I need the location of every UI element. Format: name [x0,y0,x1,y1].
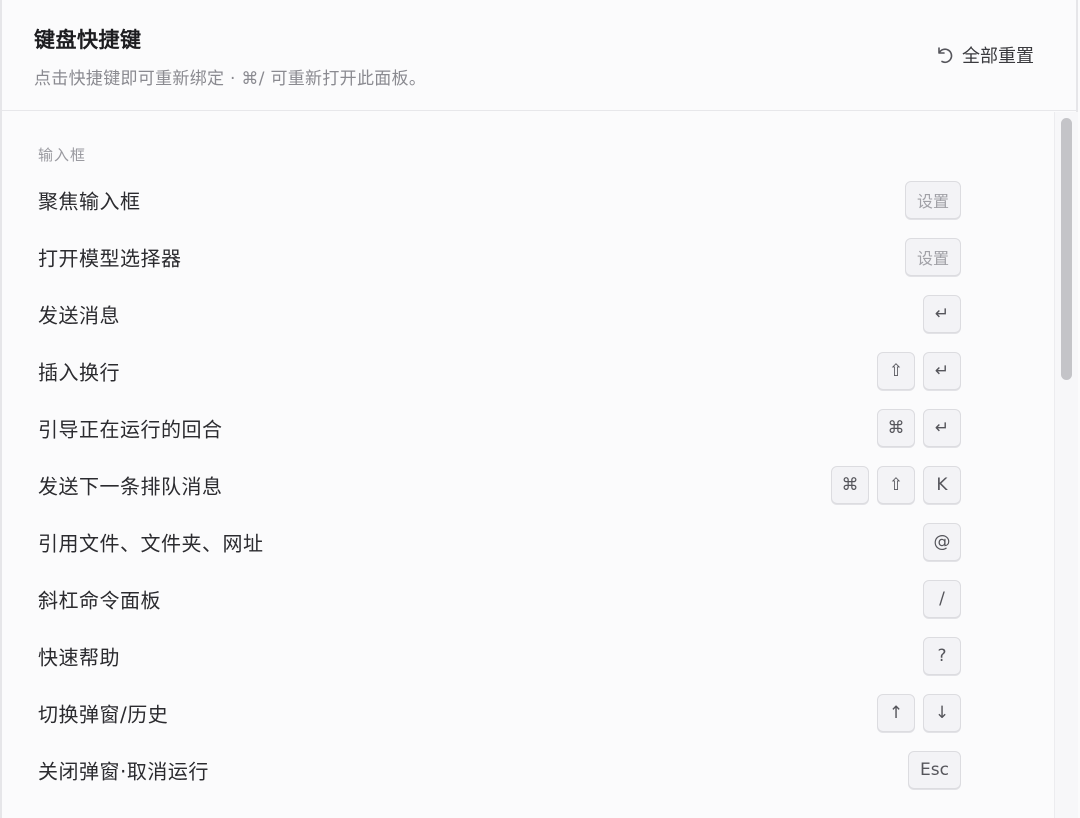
page-title: 键盘快捷键 [34,28,142,52]
shortcut-list: 输入框 聚焦输入框 设置 打开模型选择器 设置 发送消息 ↵ 插入换行 ⇧ ↵ 引导正在运行的回合… [2,112,1054,818]
shortcut-label: 引用文件、文件夹、网址 [38,531,264,556]
keycap[interactable]: K [923,466,961,504]
section-label: 输入框 [38,146,87,164]
shortcut-row[interactable]: 发送消息 ↵ [2,286,1054,342]
shortcut-row[interactable]: 打开模型选择器 设置 [2,229,1054,285]
shortcut-keys[interactable]: ? [923,637,961,675]
reset-all-button[interactable]: 全部重置 [934,40,1034,70]
scrollbar[interactable] [1054,112,1078,818]
shortcut-keys[interactable]: Esc [908,751,961,789]
keycap[interactable]: ⇧ [877,352,915,390]
shortcut-row[interactable]: 引导正在运行的回合 ⌘ ↵ [2,400,1054,456]
set-shortcut-button[interactable]: 设置 [904,238,961,276]
shortcut-label: 打开模型选择器 [38,246,182,271]
shortcut-row[interactable]: 切换弹窗/历史 ↑ ↓ [2,685,1054,741]
keycap[interactable]: ? [923,637,961,675]
shortcut-row[interactable]: 聚焦输入框 设置 [2,172,1054,228]
shortcut-label: 发送消息 [38,303,120,328]
keycap[interactable]: ↵ [923,352,961,390]
shortcut-keys[interactable]: / [923,580,961,618]
scrollbar-thumb[interactable] [1061,118,1072,380]
shortcut-label: 斜杠命令面板 [38,588,161,613]
shortcut-row[interactable]: 发送下一条排队消息 ⌘ ⇧ K [2,457,1054,513]
shortcuts-panel: 键盘快捷键 点击快捷键即可重新绑定 · ⌘/ 可重新打开此面板。 全部重置 输入… [0,0,1078,818]
shortcut-keys[interactable]: ⌘ ⇧ K [831,466,961,504]
shortcut-keys[interactable]: ⇧ ↵ [877,352,961,390]
shortcut-label: 发送下一条排队消息 [38,474,223,499]
keycap[interactable]: ↓ [923,694,961,732]
shortcut-keys[interactable]: ↵ [923,295,961,333]
keycap[interactable]: ⌘ [877,409,915,447]
keycap[interactable]: ↑ [877,694,915,732]
keycap[interactable]: ⇧ [877,466,915,504]
shortcut-label: 快速帮助 [38,645,120,670]
shortcut-keys[interactable]: ↑ ↓ [877,694,961,732]
shortcut-keys[interactable]: 设置 [904,181,961,219]
shortcut-label: 关闭弹窗·取消运行 [38,759,209,784]
shortcut-row[interactable]: 关闭弹窗·取消运行 Esc [2,742,1054,798]
shortcut-label: 聚焦输入框 [38,189,141,214]
shortcut-label: 切换弹窗/历史 [38,702,169,727]
shortcut-label: 引导正在运行的回合 [38,417,223,442]
keycap[interactable]: ⌘ [831,466,869,504]
keycap[interactable]: ↵ [923,409,961,447]
keycap[interactable]: Esc [908,751,961,789]
keycap[interactable]: @ [923,523,961,561]
set-shortcut-button[interactable]: 设置 [904,181,961,219]
panel-header: 键盘快捷键 点击快捷键即可重新绑定 · ⌘/ 可重新打开此面板。 全部重置 [2,0,1076,111]
shortcut-row[interactable]: 插入换行 ⇧ ↵ [2,343,1054,399]
keycap[interactable]: / [923,580,961,618]
page-subtitle: 点击快捷键即可重新绑定 · ⌘/ 可重新打开此面板。 [34,69,427,89]
shortcut-keys[interactable]: 设置 [904,238,961,276]
shortcut-keys[interactable]: ⌘ ↵ [877,409,961,447]
shortcut-row[interactable]: 引用文件、文件夹、网址 @ [2,514,1054,570]
undo-icon [934,45,954,65]
shortcut-keys[interactable]: @ [923,523,961,561]
shortcut-row[interactable]: 快速帮助? [2,628,1054,684]
shortcut-row[interactable]: 斜杠命令面板 / [2,571,1054,627]
keycap[interactable]: ↵ [923,295,961,333]
reset-all-label: 全部重置 [962,46,1034,67]
shortcut-label: 插入换行 [38,360,120,385]
